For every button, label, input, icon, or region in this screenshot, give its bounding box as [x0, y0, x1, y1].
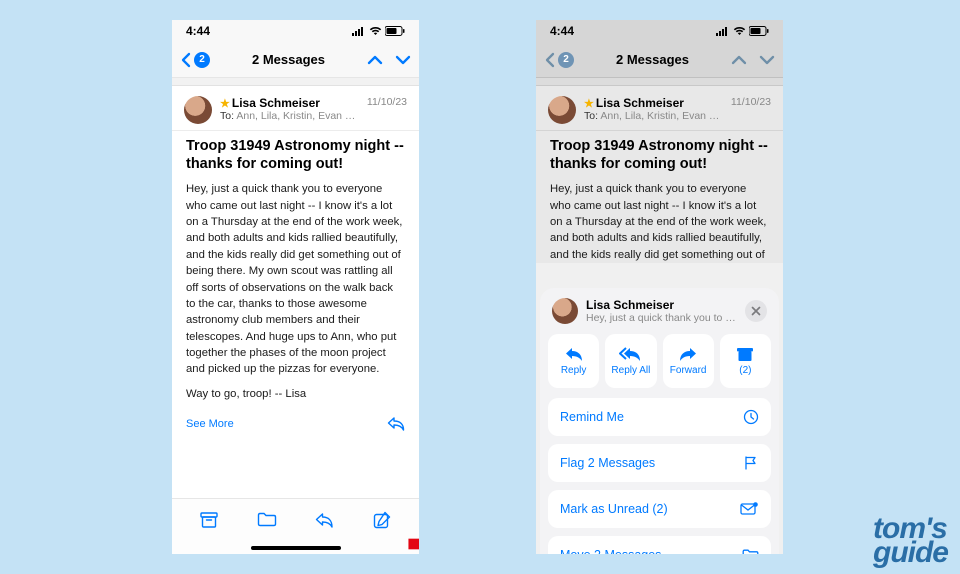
- flag-icon: [743, 455, 759, 471]
- next-message-icon: [759, 53, 775, 67]
- close-button[interactable]: [745, 300, 767, 322]
- vip-star-icon: ★: [220, 97, 230, 110]
- signal-icon: [352, 26, 366, 36]
- sheet-header: Lisa Schmeiser Hey, just a quick thank y…: [548, 296, 771, 334]
- back-icon: [544, 52, 556, 68]
- unread-icon: [740, 502, 759, 516]
- compose-button[interactable]: [371, 509, 393, 531]
- sheet-preview: Hey, just a quick thank you to everyone…: [586, 312, 737, 324]
- nav-title: 2 Messages: [616, 52, 689, 67]
- message-body: Hey, just a quick thank you to everyone …: [536, 181, 783, 263]
- message-date: 11/10/23: [731, 96, 771, 108]
- battery-icon: [749, 26, 769, 36]
- battery-icon: [385, 26, 405, 36]
- move-messages-action[interactable]: Move 2 Messages…: [548, 536, 771, 554]
- reply-all-action[interactable]: Reply All: [605, 334, 656, 388]
- avatar: [552, 298, 578, 324]
- sender-name: Lisa Schmeiser: [232, 96, 320, 110]
- remind-me-action[interactable]: Remind Me: [548, 398, 771, 436]
- reply-button[interactable]: [313, 509, 335, 531]
- message-date: 11/10/23: [367, 96, 407, 108]
- nav-bar: 2 2 Messages: [172, 42, 419, 78]
- prev-message-sliver: [172, 78, 419, 86]
- nav-title: 2 Messages: [252, 52, 325, 67]
- message-card: ★ Lisa Schmeiser To: Ann, Lila, Kristin,…: [172, 86, 419, 441]
- close-icon: [751, 306, 761, 316]
- status-icons: [716, 26, 769, 36]
- status-time: 4:44: [550, 24, 574, 38]
- avatar: [184, 96, 212, 124]
- sheet-sender-name: Lisa Schmeiser: [586, 298, 737, 312]
- signal-icon: [716, 26, 730, 36]
- reply-all-icon: [619, 346, 643, 362]
- back-icon[interactable]: [180, 52, 192, 68]
- status-bar: 4:44: [172, 20, 419, 42]
- recipients-line[interactable]: To: Ann, Lila, Kristin, Evan & 17 more……: [220, 110, 359, 122]
- archive-action[interactable]: (2): [720, 334, 771, 388]
- status-time: 4:44: [186, 24, 210, 38]
- message-subject: Troop 31949 Astronomy night -- thanks fo…: [172, 131, 419, 181]
- nav-bar: 2 2 Messages: [536, 42, 783, 78]
- flag-action[interactable]: Flag 2 Messages: [548, 444, 771, 482]
- reply-action-sheet: Lisa Schmeiser Hey, just a quick thank y…: [540, 288, 779, 554]
- mark-unread-action[interactable]: Mark as Unread (2): [548, 490, 771, 528]
- message-body: Hey, just a quick thank you to everyone …: [172, 181, 419, 402]
- watermark: tom's guide: [873, 517, 948, 566]
- avatar: [548, 96, 576, 124]
- archive-icon: [736, 347, 754, 362]
- see-more-link[interactable]: See More: [186, 418, 234, 430]
- phone-screenshot-left: 4:44 2 2 Messages ★ Lisa Schmeiser: [172, 20, 419, 554]
- status-icons: [352, 26, 405, 36]
- prev-message-icon[interactable]: [367, 53, 383, 67]
- wifi-icon: [733, 26, 746, 36]
- next-message-icon[interactable]: [395, 53, 411, 67]
- vip-star-icon: ★: [584, 97, 594, 110]
- clock-icon: [743, 409, 759, 425]
- wifi-icon: [369, 26, 382, 36]
- sender-name: Lisa Schmeiser: [596, 96, 684, 110]
- home-indicator[interactable]: [251, 546, 341, 550]
- quick-reply-icon[interactable]: [387, 416, 405, 431]
- phone-screenshot-right: 4:44 2 2 Messages ★ Lisa Schmeiser To:: [536, 20, 783, 554]
- move-button[interactable]: [256, 509, 278, 531]
- thread-count-badge: 2: [558, 52, 574, 68]
- message-header[interactable]: ★ Lisa Schmeiser To: Ann, Lila, Kristin,…: [172, 86, 419, 131]
- primary-actions-row: Reply Reply All Forward (2): [548, 334, 771, 388]
- reply-action[interactable]: Reply: [548, 334, 599, 388]
- archive-button[interactable]: [198, 509, 220, 531]
- status-bar: 4:44: [536, 20, 783, 42]
- folder-icon: [742, 549, 759, 555]
- prev-message-sliver: [536, 78, 783, 86]
- message-card-dimmed: ★ Lisa Schmeiser To: Ann, Lila, Kristin,…: [536, 86, 783, 263]
- message-subject: Troop 31949 Astronomy night -- thanks fo…: [536, 131, 783, 181]
- reply-icon: [564, 346, 584, 362]
- thread-count-badge: 2: [194, 52, 210, 68]
- forward-icon: [678, 346, 698, 362]
- prev-message-icon: [731, 53, 747, 67]
- forward-action[interactable]: Forward: [663, 334, 714, 388]
